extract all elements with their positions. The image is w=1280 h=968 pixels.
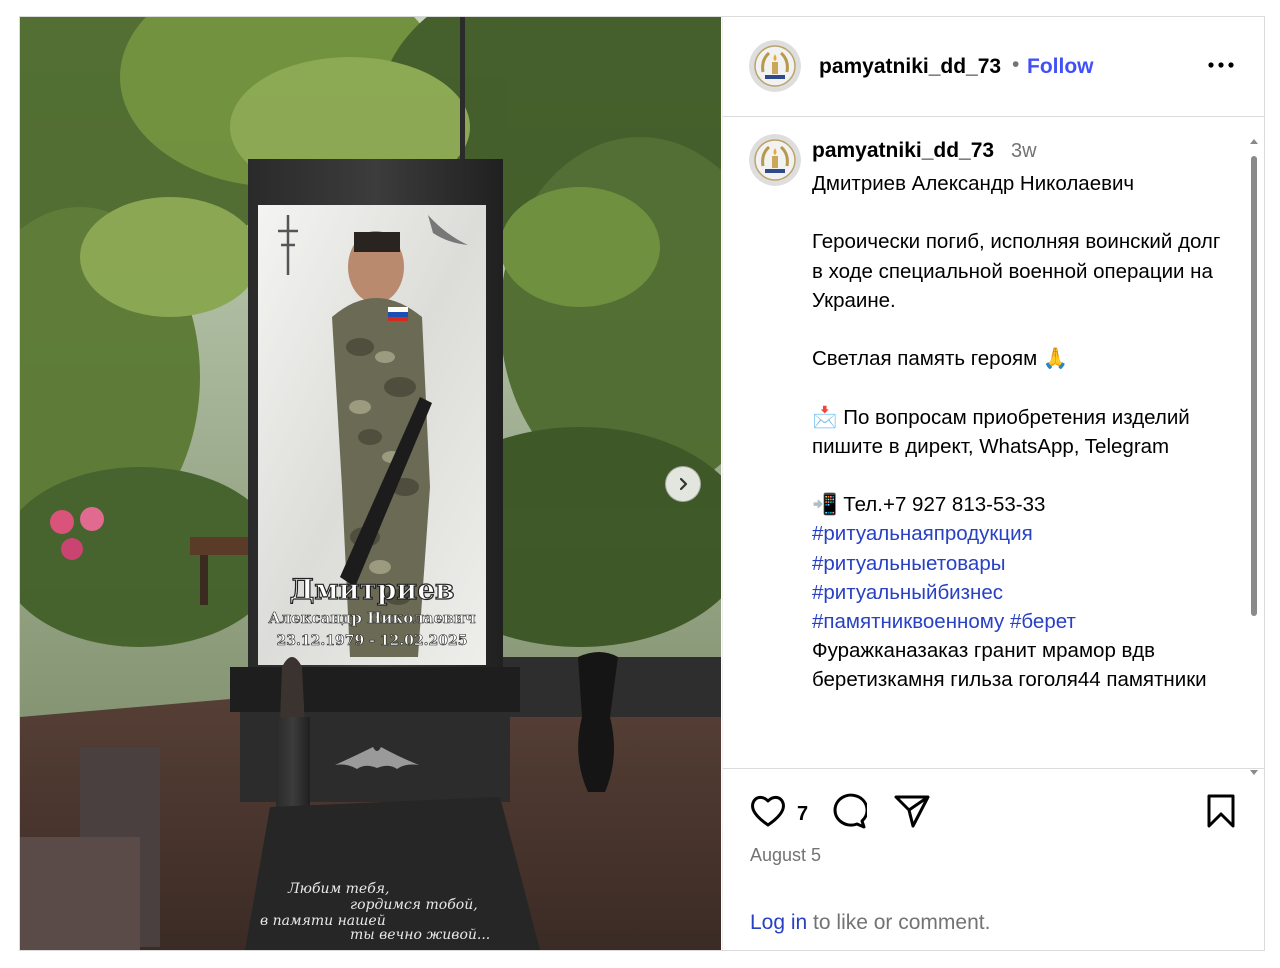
caption-line: 📲 Тел.+7 927 813-53-33 [812, 493, 1046, 517]
share-icon [894, 795, 930, 828]
caption-line [812, 198, 1232, 227]
more-options-icon [1208, 62, 1234, 68]
wreath-logo-icon [749, 40, 801, 92]
caption-line: Светлая память героям 🙏 [812, 347, 1069, 371]
caption-line: Украине. [812, 288, 896, 312]
login-prompt-text: to like or comment. [807, 911, 991, 934]
share-button[interactable] [893, 793, 931, 834]
caption-area: pamyatniki_dd_73 3w Дмитриев Александр Н… [723, 117, 1265, 767]
more-options-button[interactable] [1201, 51, 1241, 79]
bookmark-icon [1207, 794, 1235, 828]
wreath-logo-icon [749, 134, 801, 186]
caption-line [812, 461, 1232, 490]
post-time-ago[interactable]: 3w [1011, 140, 1037, 163]
caption-line: Фуражканазаказ гранит мрамор вдв беретиз… [812, 639, 1207, 692]
epitaph-line-4: ты вечно живой... [350, 927, 490, 943]
comment-button[interactable] [829, 793, 869, 834]
caption-username[interactable]: pamyatniki_dd_73 [812, 139, 994, 163]
caption-avatar[interactable] [749, 134, 801, 186]
caption-line: Дмитриев Александр Николаевич [812, 172, 1135, 195]
avatar[interactable] [749, 40, 801, 92]
login-link[interactable]: Log in [750, 911, 807, 934]
grave-monument-photo: Дмитриев Александр Николаевич 23.12.1979… [20, 17, 721, 950]
post-side-panel: pamyatniki_dd_73 • Follow pamyatniki_dd_… [722, 17, 1265, 950]
epitaph-line-2: гордимся тобой, [350, 897, 478, 913]
separator-dot: • [1012, 53, 1020, 76]
photo-surname: Дмитриев [290, 573, 455, 606]
caption-text: Дмитриев Александр Николаевич Героически… [812, 169, 1232, 695]
post-header: pamyatniki_dd_73 • Follow [723, 17, 1265, 117]
comment-icon [833, 793, 869, 829]
epitaph-line-1: Любим тебя, [287, 881, 389, 897]
photo-full-name: Александр Николаевич [268, 609, 475, 627]
hashtag-link[interactable]: #памятниквоенному #берет [812, 607, 1232, 636]
follow-button[interactable]: Follow [1027, 55, 1094, 79]
hashtag-link[interactable]: #ритуальныетовары [812, 549, 1232, 578]
caption-line: 📩 По вопросам приобретения изделий пишит… [812, 405, 1190, 458]
post-actions: 7 August 5 Log in to like or comment. [723, 768, 1265, 951]
caption-scrollbar[interactable] [1247, 134, 1261, 784]
save-button[interactable] [1205, 793, 1237, 834]
instagram-post-dialog: Дмитриев Александр Николаевич 23.12.1979… [19, 16, 1265, 951]
like-count[interactable]: 7 [797, 803, 808, 826]
caption-line: Героически погиб, исполняя воинский долг… [812, 230, 1221, 283]
header-username[interactable]: pamyatniki_dd_73 [819, 55, 1001, 79]
caption-line [812, 373, 1232, 402]
heart-icon [751, 795, 785, 827]
hashtag-link[interactable]: #ритуальнаяпродукция [812, 519, 1232, 548]
caption-line [812, 315, 1232, 344]
login-prompt: Log in to like or comment. [750, 911, 990, 935]
next-slide-button[interactable] [665, 466, 701, 502]
post-date: August 5 [750, 845, 822, 865]
post-photo[interactable]: Дмитриев Александр Николаевич 23.12.1979… [20, 17, 721, 950]
photo-dates: 23.12.1979 - 12.02.2025 [277, 633, 468, 649]
chevron-right-icon [679, 477, 688, 491]
like-button[interactable] [749, 793, 787, 834]
hashtag-link[interactable]: #ритуальныйбизнес [812, 578, 1232, 607]
